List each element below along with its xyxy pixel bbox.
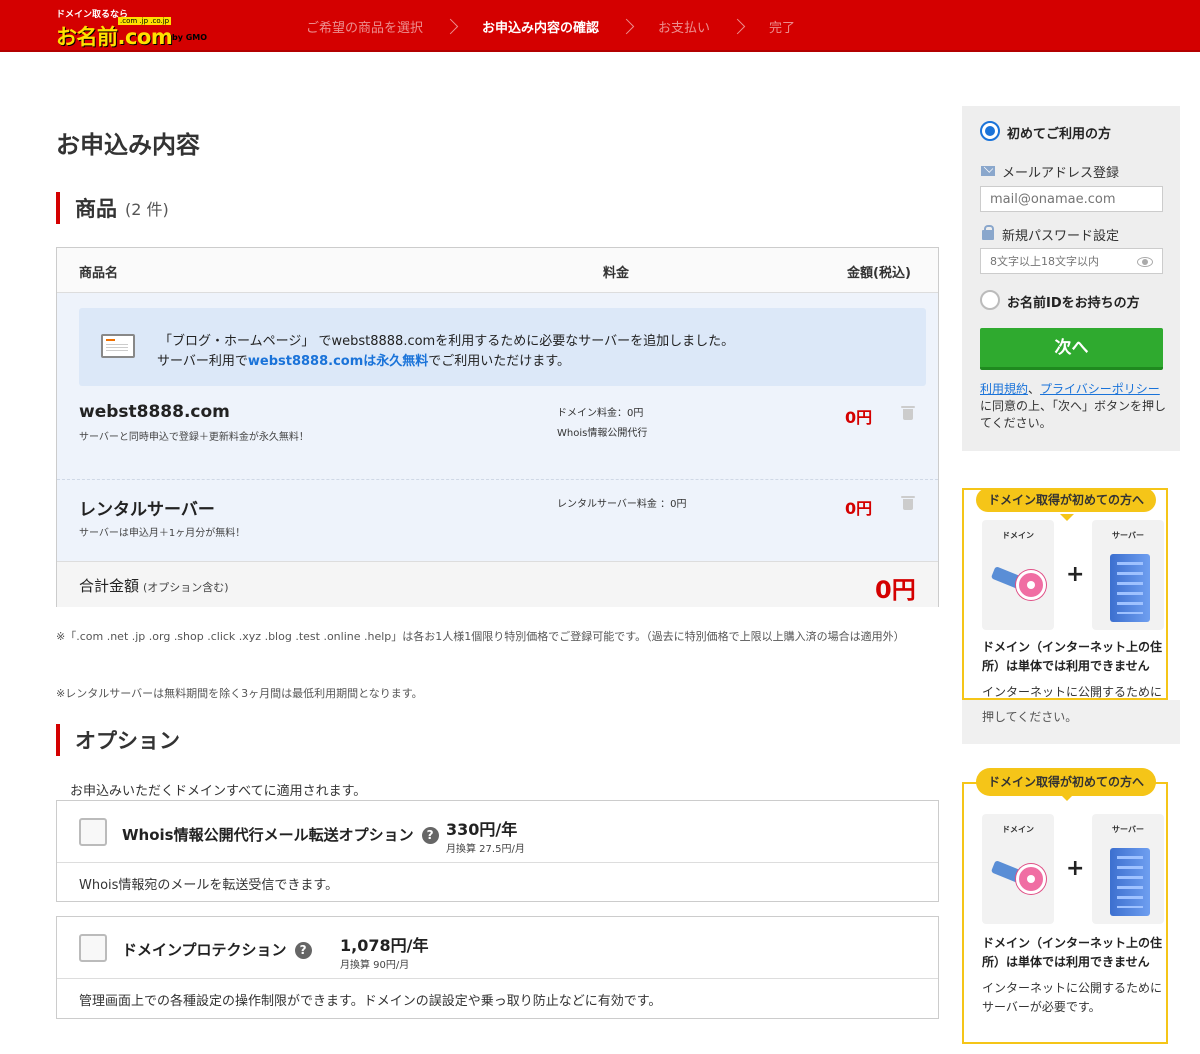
next-button[interactable]: 次へ	[980, 328, 1163, 370]
step-select: ご希望の商品を選択	[306, 20, 424, 36]
option-checkbox[interactable]	[79, 934, 107, 962]
option-checkbox[interactable]	[79, 818, 107, 846]
col-fee: 料金	[603, 266, 630, 281]
option-price: 330円/年 月換算 27.5円/月	[446, 820, 525, 855]
domain-card: ドメイン	[982, 814, 1054, 924]
products-section-title: 商品 (2 件)	[56, 192, 169, 224]
product-price: 0円	[845, 408, 873, 427]
product-price: 0円	[845, 499, 873, 518]
product-name: webst8888.com	[79, 402, 230, 422]
beginner-promo-2[interactable]: ドメイン取得が初めての方へ ドメイン + サーバー ドメイン（インターネット上の…	[962, 768, 1168, 1044]
options-intro: お申込みいただくドメインすべてに適用されます。	[70, 784, 367, 799]
onamae-logo[interactable]: ドメイン取るなら .com .jp .co.jp お名前.com by GMO	[56, 7, 216, 49]
step-complete: 完了	[769, 20, 796, 36]
first-time-radio[interactable]	[980, 121, 1000, 141]
server-icon	[1110, 848, 1150, 916]
promo-desc: インターネットに公開するためにサーバーが必要です。	[982, 981, 1163, 1014]
options-title: オプション	[75, 729, 180, 753]
email-label: メールアドレス登録	[1002, 166, 1120, 181]
option-domain-protection: ドメインプロテクション? 1,078円/年 月換算 90円/月 管理画面上での各種…	[56, 916, 939, 1019]
product-fee-sub: Whois情報公開代行	[557, 428, 648, 439]
trash-icon[interactable]	[901, 406, 915, 420]
help-icon[interactable]: ?	[421, 827, 439, 844]
product-desc: サーバーは申込月＋1ヶ月分が無料！	[79, 528, 246, 539]
promo-title: ドメイン（インターネット上の住所）は単体では利用できません	[982, 936, 1163, 969]
option-desc: 管理画面上での各種設定の操作制限ができます。ドメインの誤設定や乗っ取り防止などに…	[79, 994, 662, 1009]
products-count: (2 件)	[125, 200, 169, 219]
options-section-title: オプション	[56, 724, 180, 756]
promo-desc: インターネットに公開するためにサーバーが必要です。	[982, 685, 1163, 699]
products-table: 商品名 料金 金額(税込) 「ブログ・ホームページ」 でwebst8888.co…	[56, 247, 939, 607]
terms-link[interactable]: 利用規約	[980, 382, 1028, 396]
total-amount: 0円	[875, 576, 916, 604]
server-note: ※レンタルサーバーは無料期間を除く3ヶ月間は最低利用期間となります。	[56, 687, 423, 700]
step-confirm: お申込み内容の確認	[482, 20, 600, 36]
domain-card: ドメイン	[982, 520, 1054, 630]
help-icon[interactable]: ?	[294, 942, 312, 959]
logo-gmo: by GMO	[172, 33, 208, 42]
progress-steps: ご希望の商品を選択 お申込み内容の確認 お支払い 完了	[306, 0, 795, 52]
password-label: 新規パスワード設定	[1002, 229, 1120, 244]
header: ドメイン取るなら .com .jp .co.jp お名前.com by GMO …	[0, 0, 1200, 52]
server-card: サーバー	[1092, 814, 1164, 924]
sidebar-overlap: 押してください。	[962, 700, 1180, 744]
chevron-right-icon	[618, 18, 635, 34]
option-whois-forward: Whois情報公開代行メール転送オプション? 330円/年 月換算 27.5円/月…	[56, 800, 939, 902]
logo-name: お名前.com	[56, 25, 173, 49]
products-title: 商品	[75, 197, 117, 221]
step-payment: お支払い	[658, 20, 711, 36]
email-input[interactable]	[980, 186, 1163, 212]
monitor-icon	[101, 334, 135, 358]
plus-icon: +	[1066, 562, 1085, 587]
password-input[interactable]	[980, 248, 1163, 274]
server-icon	[1110, 554, 1150, 622]
product-name: レンタルサーバー	[79, 500, 215, 520]
notice-line1: 「ブログ・ホームページ」 でwebst8888.comを利用するために必要なサー…	[159, 334, 735, 349]
have-id-label: お名前IDをお持ちの方	[1007, 296, 1140, 311]
beginner-promo-1[interactable]: ドメイン取得が初めての方へ ドメイン + サーバー ドメイン（インターネット上の…	[962, 488, 1168, 700]
domain-key-icon	[990, 560, 1046, 610]
trash-icon[interactable]	[901, 496, 915, 510]
domain-key-icon	[990, 854, 1046, 904]
server-card: サーバー	[1092, 520, 1164, 630]
server-added-notice: 「ブログ・ホームページ」 でwebst8888.comを利用するために必要なサー…	[79, 308, 926, 386]
option-price: 1,078円/年 月換算 90円/月	[340, 936, 429, 971]
option-name: Whois情報公開代行メール転送オプション?	[122, 824, 439, 845]
login-panel: 初めてご利用の方 メールアドレス登録 新規パスワード設定 お名前IDをお持ちの方…	[962, 106, 1180, 451]
product-fee: ドメイン料金：0円	[557, 408, 644, 419]
option-name: ドメインプロテクション?	[122, 939, 312, 960]
chevron-right-icon	[729, 18, 746, 34]
row-divider	[57, 479, 938, 480]
notice-line2: サーバー利用でwebst8888.comは永久無料でご利用いただけます。	[157, 354, 570, 369]
table-header: 商品名 料金 金額(税込)	[57, 248, 938, 293]
product-fee: レンタルサーバー料金 ：0円	[557, 499, 687, 510]
tld-note: ※「.com .net .jp .org .shop .click .xyz .…	[56, 630, 905, 643]
free-forever-highlight: webst8888.comは永久無料	[247, 354, 429, 369]
chevron-right-icon	[442, 18, 459, 34]
overlap-text: 押してください。	[982, 710, 1078, 724]
eye-icon[interactable]	[1137, 257, 1153, 267]
mail-icon	[981, 166, 995, 176]
have-id-radio[interactable]	[980, 290, 1000, 310]
promo-header: ドメイン取得が初めての方へ	[976, 490, 1156, 521]
total-row: 合計金額 (オプション含む) 0円	[57, 561, 938, 607]
first-time-label: 初めてご利用の方	[1007, 127, 1112, 142]
promo-title: ドメイン（インターネット上の住所）は単体では利用できません	[982, 640, 1163, 673]
plus-icon: +	[1066, 856, 1085, 881]
privacy-policy-link[interactable]: プライバシーポリシー	[1040, 382, 1160, 396]
col-amount: 金額(税込)	[847, 266, 911, 281]
total-label: 合計金額 (オプション含む)	[79, 577, 229, 595]
col-product-name: 商品名	[79, 266, 119, 281]
promo-header: ドメイン取得が初めての方へ	[976, 768, 1156, 801]
option-desc: Whois情報宛のメールを転送受信できます。	[79, 878, 339, 893]
page-title: お申込み内容	[56, 131, 200, 159]
product-desc: サーバーと同時申込で登録＋更新料金が永久無料！	[79, 432, 309, 443]
terms-text: 利用規約、プライバシーポリシーに同意の上、「次へ」ボタンを押してください。	[980, 382, 1167, 430]
lock-icon	[982, 225, 994, 240]
